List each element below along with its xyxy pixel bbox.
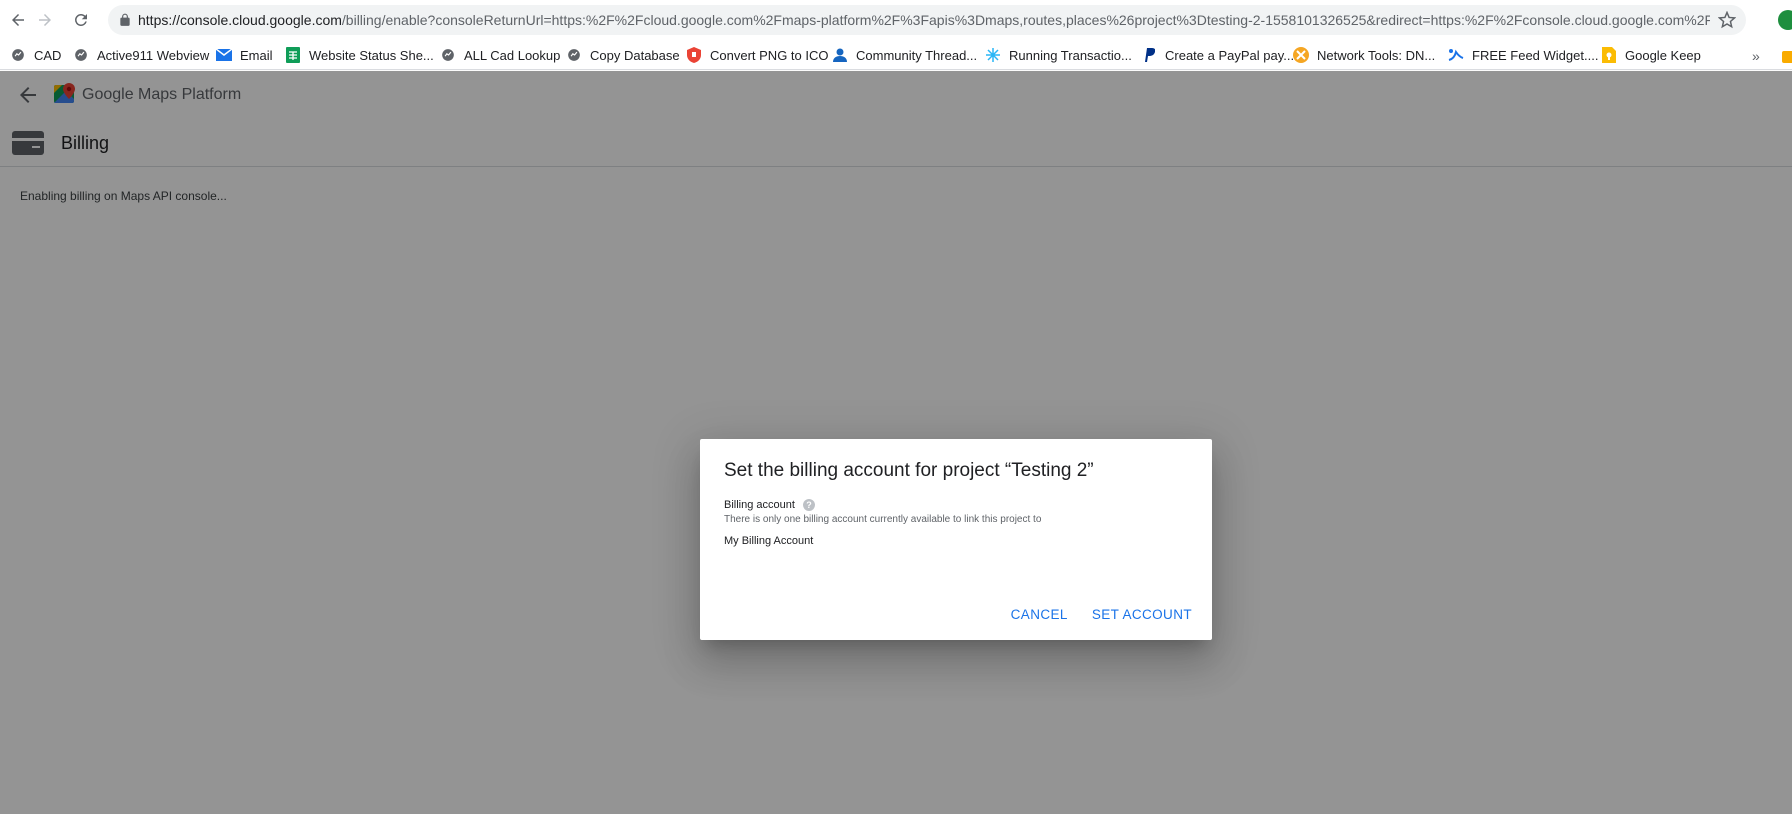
- bookmark-label: Running Transactio...: [1009, 47, 1132, 63]
- dialog-title: Set the billing account for project “Tes…: [724, 460, 1094, 481]
- shield-icon: [686, 47, 702, 63]
- bookmark-label: Website Status She...: [309, 47, 434, 63]
- bookmark-website-status[interactable]: Website Status She...: [285, 44, 434, 66]
- url-text[interactable]: https://console.cloud.google.com/billing…: [138, 5, 1710, 35]
- bookmark-community-thread[interactable]: Community Thread...: [832, 44, 977, 66]
- url-path: /billing/enable?consoleReturnUrl=https:%…: [341, 12, 1710, 28]
- globe-icon: [566, 47, 582, 63]
- bookmark-label: Google Keep: [1625, 47, 1701, 63]
- bookmark-google-keep[interactable]: Google Keep: [1601, 44, 1701, 66]
- bookmark-cad[interactable]: CAD: [10, 44, 61, 66]
- billing-account-label: Billing account ?: [724, 499, 815, 511]
- reload-button[interactable]: [69, 8, 93, 32]
- forward-arrow-icon: [39, 14, 51, 26]
- back-arrow-icon: [12, 14, 24, 26]
- address-bar[interactable]: https://console.cloud.google.com/billing…: [108, 5, 1746, 35]
- help-icon[interactable]: ?: [802, 499, 815, 511]
- billing-account-hint: There is only one billing account curren…: [724, 514, 1042, 525]
- bookmark-copy-database[interactable]: Copy Database: [566, 44, 680, 66]
- bookmark-label: Email: [240, 47, 273, 63]
- snowflake-icon: [985, 47, 1001, 63]
- feed-icon: [1448, 47, 1464, 63]
- bookmark-star-icon[interactable]: [1718, 11, 1736, 29]
- globe-icon: [73, 47, 89, 63]
- bookmark-network-tools[interactable]: Network Tools: DN...: [1293, 44, 1435, 66]
- billing-account-value: My Billing Account: [724, 535, 814, 547]
- bookmark-paypal[interactable]: Create a PayPal pay...: [1141, 44, 1294, 66]
- bookmark-label: Active911 Webview: [97, 47, 210, 63]
- set-account-button[interactable]: SET ACCOUNT: [1092, 604, 1192, 626]
- bookmark-running-transactions[interactable]: Running Transactio...: [985, 44, 1132, 66]
- bookmark-label: Copy Database: [590, 47, 680, 63]
- back-button[interactable]: [6, 8, 30, 32]
- bookmark-folder-icon[interactable]: [1782, 51, 1792, 63]
- mail-icon: [216, 47, 232, 63]
- keep-icon: [1601, 47, 1617, 63]
- bookmark-label: CAD: [34, 47, 62, 63]
- bookmark-label: Create a PayPal pay...: [1165, 47, 1295, 63]
- globe-icon: [10, 47, 26, 63]
- lock-icon: [120, 13, 130, 26]
- people-icon: [832, 47, 848, 63]
- billing-account-dialog: Set the billing account for project “Tes…: [700, 439, 1212, 640]
- paypal-icon: [1141, 47, 1157, 63]
- tools-icon: [1293, 47, 1309, 63]
- bookmark-convert-png[interactable]: Convert PNG to ICO: [686, 44, 828, 66]
- cancel-button[interactable]: CANCEL: [1011, 604, 1068, 626]
- bookmark-label: Community Thread...: [856, 47, 978, 63]
- reload-icon: [74, 13, 87, 26]
- dialog-actions: CANCEL SET ACCOUNT: [1011, 604, 1192, 626]
- field-label-text: Billing account: [724, 499, 795, 511]
- bookmark-email[interactable]: Email: [216, 44, 273, 66]
- globe-icon: [440, 47, 456, 63]
- bookmark-feed-widget[interactable]: FREE Feed Widget....: [1448, 44, 1598, 66]
- bookmark-active911[interactable]: Active911 Webview: [73, 44, 209, 66]
- bookmark-label: FREE Feed Widget....: [1472, 47, 1599, 63]
- forward-button[interactable]: [33, 8, 57, 32]
- bookmarks-bar: CAD Active911 Webview Email Website Stat…: [0, 40, 1792, 70]
- sheets-icon: [285, 47, 301, 63]
- profile-avatar[interactable]: [1778, 10, 1792, 30]
- bookmark-label: ALL Cad Lookup: [464, 47, 561, 63]
- url-host: https://console.cloud.google.com: [138, 12, 342, 28]
- bookmark-label: Network Tools: DN...: [1317, 47, 1436, 63]
- bookmark-all-cad[interactable]: ALL Cad Lookup: [440, 44, 560, 66]
- browser-toolbar: https://console.cloud.google.com/billing…: [0, 0, 1792, 40]
- bookmark-label: Convert PNG to ICO: [710, 47, 829, 63]
- bookmarks-overflow-icon[interactable]: »: [1752, 48, 1760, 64]
